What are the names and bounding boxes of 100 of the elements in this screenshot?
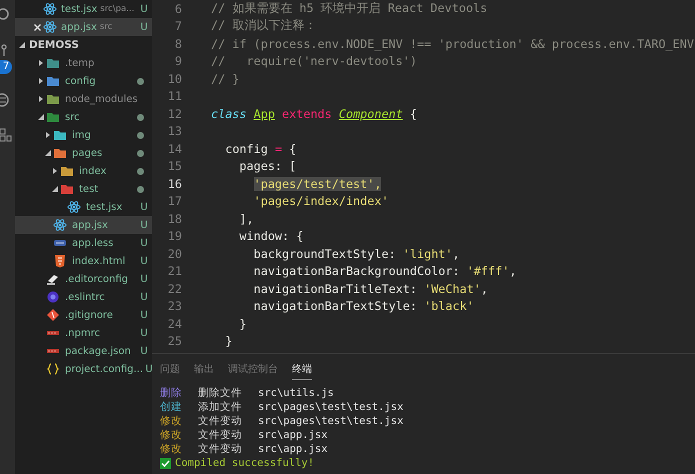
atom-icon bbox=[43, 20, 57, 34]
folder-item[interactable]: node_modules bbox=[15, 90, 152, 108]
line-number: 21 bbox=[166, 264, 182, 278]
braces-icon bbox=[46, 362, 60, 376]
terminal-path: src\app.jsx bbox=[258, 443, 328, 455]
code-line: pages: [ bbox=[238, 159, 296, 174]
line-number: 18 bbox=[166, 212, 182, 226]
collapsed-caret-icon[interactable] bbox=[52, 168, 58, 174]
terminal-tag: 删除 bbox=[160, 386, 198, 400]
folder-item[interactable]: .temp bbox=[15, 54, 152, 72]
file-item[interactable]: test.jsx U bbox=[15, 198, 152, 216]
panel-tab[interactable]: 终端 bbox=[292, 358, 312, 380]
terminal-action: 删除文件 bbox=[198, 386, 243, 400]
folder-item[interactable]: pages bbox=[15, 144, 152, 162]
open-editor-item[interactable]: test.jsx src\pa... U bbox=[15, 0, 152, 18]
terminal-tag: 修改 bbox=[160, 428, 198, 442]
expanded-caret-icon[interactable] bbox=[45, 150, 51, 156]
file-name: config bbox=[65, 76, 96, 86]
folder-icon bbox=[60, 164, 74, 178]
code-line: ], bbox=[238, 212, 254, 226]
html5-icon bbox=[53, 254, 67, 268]
line-number: 13 bbox=[166, 124, 182, 138]
file-item[interactable]: app.less U bbox=[15, 234, 152, 252]
folder-item[interactable]: src bbox=[15, 108, 152, 126]
folder-item[interactable]: index bbox=[15, 162, 152, 180]
expanded-caret-icon[interactable] bbox=[52, 186, 58, 192]
expanded-caret-icon[interactable] bbox=[19, 42, 25, 48]
file-name: app.jsx bbox=[61, 22, 97, 32]
file-item[interactable]: package.json U bbox=[15, 342, 152, 360]
line-number: 16 bbox=[166, 176, 182, 191]
folder-icon bbox=[60, 182, 74, 196]
code-line: // 取消以下注释： bbox=[211, 18, 316, 34]
terminal-action: 文件变动 bbox=[198, 442, 243, 456]
file-name: index.html bbox=[72, 256, 126, 266]
untracked-status: U bbox=[139, 292, 149, 302]
atom-icon bbox=[53, 218, 67, 232]
untracked-status: U bbox=[139, 256, 149, 266]
folder-icon bbox=[53, 128, 67, 142]
file-name: test.jsx bbox=[61, 4, 98, 14]
terminal-tag: 修改 bbox=[160, 414, 198, 428]
file-item[interactable]: app.jsx U bbox=[15, 216, 152, 234]
blocks-icon[interactable] bbox=[0, 128, 12, 142]
terminal-path: src\utils.js bbox=[258, 387, 334, 399]
untracked-status: U bbox=[139, 310, 149, 320]
line-number: 6 bbox=[174, 2, 182, 16]
terminal-message: Compiled successfully! bbox=[175, 457, 314, 469]
folder-item[interactable]: test bbox=[15, 180, 152, 198]
file-item[interactable]: .editorconfig U bbox=[15, 270, 152, 288]
line-number: 25 bbox=[166, 334, 182, 348]
untracked-status: U bbox=[139, 238, 149, 248]
code-line: // if (process.env.NODE_ENV !== 'production' && process.env.TARO_ENV bbox=[211, 36, 694, 51]
terminal-action: 文件变动 bbox=[198, 428, 243, 442]
folder-item[interactable]: img bbox=[15, 126, 152, 144]
folder-icon bbox=[46, 74, 60, 88]
line-number: 19 bbox=[166, 229, 182, 244]
untracked-status: U bbox=[144, 364, 154, 374]
file-name: .gitignore bbox=[65, 310, 113, 320]
folder-icon bbox=[53, 146, 67, 160]
section-header[interactable]: DEMOSS bbox=[15, 36, 152, 54]
close-icon[interactable] bbox=[34, 24, 40, 30]
folder-item[interactable]: config bbox=[15, 72, 152, 90]
file-name: .eslintrc bbox=[65, 292, 105, 302]
file-name: app.jsx bbox=[72, 220, 108, 230]
file-name: .editorconfig bbox=[65, 274, 128, 284]
collapsed-caret-icon[interactable] bbox=[38, 96, 44, 102]
terminal-action: 文件变动 bbox=[198, 414, 243, 428]
untracked-status: U bbox=[139, 22, 149, 32]
collapsed-caret-icon[interactable] bbox=[45, 132, 51, 138]
file-item[interactable]: .npmrc U bbox=[15, 324, 152, 342]
line-number: 17 bbox=[166, 194, 182, 208]
line-number: 10 bbox=[166, 72, 182, 86]
line-number: 20 bbox=[166, 246, 182, 261]
file-item[interactable]: .gitignore U bbox=[15, 306, 152, 324]
terminal-path: src\pages\test\test.jsx bbox=[258, 415, 404, 427]
collapsed-caret-icon[interactable] bbox=[38, 78, 44, 84]
expanded-caret-icon[interactable] bbox=[38, 114, 44, 120]
line-number: 23 bbox=[166, 299, 182, 314]
atom-icon bbox=[43, 2, 57, 16]
section-title: DEMOSS bbox=[29, 39, 79, 51]
open-editor-item[interactable]: app.jsx src U bbox=[15, 18, 152, 36]
code-line: config = { bbox=[224, 142, 296, 156]
line-number: 14 bbox=[166, 142, 182, 156]
file-item[interactable]: .eslintrc U bbox=[15, 288, 152, 306]
collapsed-caret-icon[interactable] bbox=[38, 60, 44, 66]
ring-icon bbox=[46, 290, 60, 304]
file-name: project.config... bbox=[65, 364, 144, 374]
untracked-status: U bbox=[139, 202, 149, 212]
untracked-status: U bbox=[139, 220, 149, 230]
code-line: navigationBarTextStyle: 'black' bbox=[252, 299, 474, 314]
line-number: 11 bbox=[166, 89, 182, 104]
terminal-tag: 创建 bbox=[160, 400, 198, 414]
file-name: .npmrc bbox=[65, 328, 100, 338]
untracked-status: U bbox=[139, 346, 149, 356]
file-path: src\pa... bbox=[100, 4, 134, 14]
file-item[interactable]: index.html U bbox=[15, 252, 152, 270]
code-line: window: { bbox=[238, 229, 304, 244]
file-item[interactable]: project.config... U bbox=[15, 360, 152, 378]
file-name: index bbox=[79, 166, 106, 176]
file-name: node_modules bbox=[65, 94, 138, 104]
code-line: 'pages/index/index' bbox=[252, 194, 389, 208]
